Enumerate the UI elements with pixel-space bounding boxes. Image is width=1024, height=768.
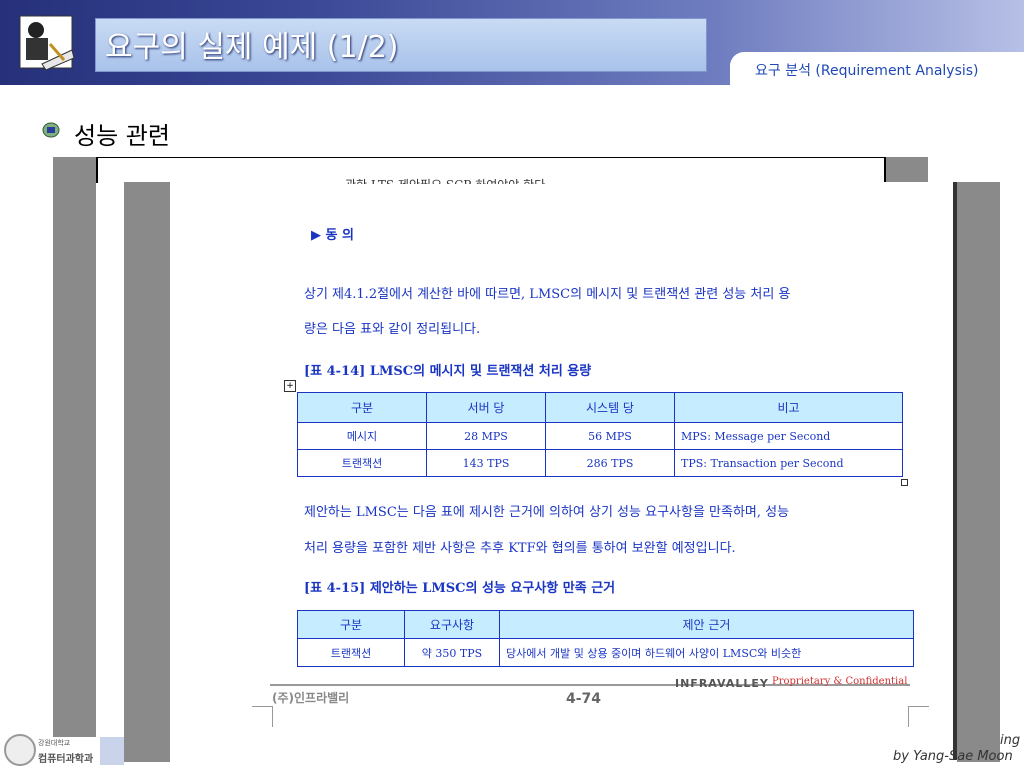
table1-cell: 56 MPS: [545, 422, 675, 450]
doc-para1-line2: 량은 다음 표와 같이 정리됩니다.: [304, 322, 481, 337]
table1: 구분 서버 당 시스템 당 비고 메시지 28 MPS 56 MPS MPS: …: [297, 392, 903, 477]
crop-mark: [908, 706, 929, 727]
doc-top-right-margin: [884, 157, 928, 182]
table2-header: 구분: [297, 610, 405, 639]
infravalley-logo-right: INFRAVALLEY: [675, 677, 769, 690]
table2-header: 제안 근거: [499, 610, 914, 639]
table1-cell: TPS: Transaction per Second: [674, 449, 903, 477]
person-writing-icon: [19, 15, 75, 71]
table-move-handle-icon[interactable]: +: [284, 380, 296, 392]
footer-author: by Yang-Sae Moon: [893, 749, 1013, 764]
table1-cell: 트랜잭션: [297, 449, 427, 477]
footer-school: 강원대학교: [38, 739, 71, 747]
infravalley-logo-left: (주)인프라밸리: [272, 691, 350, 705]
bullet-icon: [42, 122, 60, 138]
table1-cell: MPS: Message per Second: [674, 422, 903, 450]
page-edge: [953, 182, 957, 760]
table1-header: 서버 당: [426, 392, 546, 423]
table-resize-handle[interactable]: [901, 479, 908, 486]
footer-department: 컴퓨터과학과: [38, 754, 94, 765]
table2-header: 요구사항: [404, 610, 500, 639]
doc-cut-line: 관한 LTS 제안필요 SCP 하여야야 한다.: [345, 176, 549, 184]
footer-strip: [100, 737, 124, 765]
table2: 구분 요구사항 제안 근거 트랜잭션 약 350 TPS 당사에서 개발 및 상…: [297, 610, 914, 667]
crop-mark: [252, 706, 273, 727]
table2-caption: [표 4-15] 제안하는 LMSC의 성능 요구사항 만족 근거: [304, 581, 616, 596]
table1-header: 구분: [297, 392, 427, 423]
table1-header: 시스템 당: [545, 392, 675, 423]
university-seal-icon: [4, 734, 36, 766]
table1-cell: 286 TPS: [545, 449, 675, 477]
table1-cell: 메시지: [297, 422, 427, 450]
table2-cell: 약 350 TPS: [404, 638, 500, 667]
section-heading: 성능 관련: [74, 122, 170, 150]
doc-para2-line1: 제안하는 LMSC는 다음 표에 제시한 근거에 의하여 상기 성능 요구사항을…: [304, 505, 790, 520]
slide-subtitle: 요구 분석 (Requirement Analysis): [755, 63, 979, 79]
doc-para1-line1: 상기 제4.1.2절에서 계산한 바에 따르면, LMSC의 메시지 및 트랜잭…: [304, 287, 791, 302]
doc-right-margin: [957, 182, 1000, 762]
doc-para2-line2: 처리 용량을 포함한 제반 사항은 추후 KTF와 협의를 통하여 보완할 예정…: [304, 541, 736, 556]
table2-cell: 트랜잭션: [297, 638, 405, 667]
table-row: 트랜잭션 143 TPS 286 TPS TPS: Transaction pe…: [297, 449, 903, 477]
slide-title: 요구의 실제 예제 (1/2): [105, 30, 399, 65]
confidential-label: Proprietary & Confidential: [772, 676, 908, 687]
page-number: 4-74: [566, 691, 602, 707]
table1-cell: 28 MPS: [426, 422, 546, 450]
table-row: 메시지 28 MPS 56 MPS MPS: Message per Secon…: [297, 422, 903, 450]
table1-cell: 143 TPS: [426, 449, 546, 477]
table1-header: 비고: [674, 392, 903, 423]
table1-caption: [표 4-14] LMSC의 메시지 및 트랜잭션 처리 용량: [304, 364, 592, 379]
doc-inner-left-margin: [124, 182, 170, 762]
doc-left-margin: [53, 157, 96, 737]
footer-course: ing: [1000, 733, 1021, 748]
agree-heading: ▶ 동 의: [311, 228, 354, 243]
table-row: 트랜잭션 약 350 TPS 당사에서 개발 및 상용 중이며 하드웨어 사양이…: [297, 638, 914, 667]
table2-cell: 당사에서 개발 및 상용 중이며 하드웨어 사양이 LMSC와 비슷한: [499, 638, 914, 667]
